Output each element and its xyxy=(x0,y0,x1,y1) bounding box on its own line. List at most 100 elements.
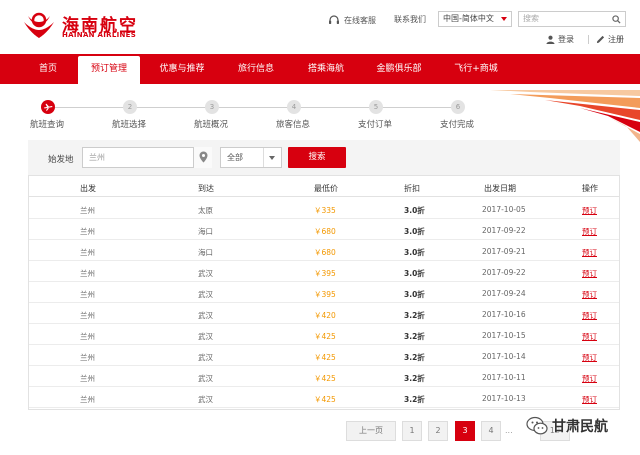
hainan-logo[interactable]: 海南航空 HAINAN AIRLINES xyxy=(22,8,152,42)
cell-discount: 3.2折 xyxy=(404,311,425,320)
step-connector xyxy=(218,107,288,108)
cell-date: 2017-10-15 xyxy=(482,331,526,340)
site-header: 海南航空 HAINAN AIRLINES 在线客服 联系我们 中国-简体中文 搜… xyxy=(0,0,640,54)
step-connector xyxy=(48,107,128,108)
nav-item-fly-hainan[interactable]: 搭乘海航 xyxy=(296,54,356,84)
nav-item-offers[interactable]: 优惠与推荐 xyxy=(150,54,214,84)
register-link[interactable]: 注册 xyxy=(596,34,624,45)
watermark: 甘肃民航 xyxy=(526,413,626,439)
cell-date: 2017-09-21 xyxy=(482,247,526,256)
book-link[interactable]: 预订 xyxy=(582,247,597,258)
destination-filter-value: 全部 xyxy=(227,153,243,162)
cell-discount: 3.0折 xyxy=(404,269,425,278)
cell-discount: 3.0折 xyxy=(404,248,425,257)
location-pin-button[interactable] xyxy=(193,147,212,168)
nav-item-fortune-wings[interactable]: 金鹏俱乐部 xyxy=(366,54,432,84)
wechat-icon xyxy=(526,416,548,435)
cell-date: 2017-10-13 xyxy=(482,394,526,403)
cell-price: ￥425 xyxy=(314,374,336,383)
cell-to: 海口 xyxy=(198,248,213,257)
step-label-6: 支付完成 xyxy=(440,120,475,130)
nav-item-mall[interactable]: 飞行+商城 xyxy=(444,54,508,84)
cell-to: 海口 xyxy=(198,227,213,236)
book-link[interactable]: 预订 xyxy=(582,226,597,237)
cell-from: 兰州 xyxy=(80,353,95,362)
origin-label: 始发地 xyxy=(48,155,74,165)
cell-discount: 3.2折 xyxy=(404,395,425,404)
page-button-3[interactable]: 3 xyxy=(455,421,475,441)
site-search-input[interactable]: 搜索 xyxy=(518,11,626,27)
search-placeholder: 搜索 xyxy=(523,14,539,23)
cell-from: 兰州 xyxy=(80,248,95,257)
column-header-date: 出发日期 xyxy=(484,184,516,193)
cell-to: 武汉 xyxy=(198,269,213,278)
step-connector xyxy=(300,107,370,108)
cell-from: 兰州 xyxy=(80,290,95,299)
register-label: 注册 xyxy=(608,35,624,44)
nav-item-home[interactable]: 首页 xyxy=(22,54,74,84)
step-circle-5: 5 xyxy=(369,100,383,114)
login-label: 登录 xyxy=(558,35,574,44)
user-icon xyxy=(546,35,555,44)
pen-icon xyxy=(596,35,605,44)
search-icon[interactable] xyxy=(612,15,621,24)
book-link[interactable]: 预订 xyxy=(582,394,597,405)
cell-from: 兰州 xyxy=(80,269,95,278)
page-button-4[interactable]: 4 xyxy=(481,421,501,441)
online-service-link[interactable]: 在线客服 xyxy=(328,13,376,27)
cell-price: ￥335 xyxy=(314,206,336,215)
cell-from: 兰州 xyxy=(80,374,95,383)
destination-filter-select[interactable]: 全部 xyxy=(220,147,282,168)
book-link[interactable]: 预订 xyxy=(582,289,597,300)
cell-from: 兰州 xyxy=(80,311,95,320)
step-connector xyxy=(382,107,452,108)
step-circle-1 xyxy=(41,100,55,114)
cell-to: 武汉 xyxy=(198,374,213,383)
cell-from: 兰州 xyxy=(80,395,95,404)
page-button-2[interactable]: 2 xyxy=(428,421,448,441)
cell-from: 兰州 xyxy=(80,206,95,215)
prev-page-button[interactable]: 上一页 xyxy=(346,421,396,441)
column-header-lowest-price: 最低价 xyxy=(314,184,338,193)
cell-to: 武汉 xyxy=(198,395,213,404)
language-select[interactable]: 中国-简体中文 xyxy=(438,11,512,27)
cell-price: ￥680 xyxy=(314,248,336,257)
cell-date: 2017-10-14 xyxy=(482,352,526,361)
step-label-2: 航班选择 xyxy=(112,120,147,130)
cell-discount: 3.2折 xyxy=(404,353,425,362)
book-link[interactable]: 预订 xyxy=(582,373,597,384)
header-divider xyxy=(588,35,589,44)
step-circle-3: 3 xyxy=(205,100,219,114)
book-link[interactable]: 预订 xyxy=(582,268,597,279)
step-circle-2: 2 xyxy=(123,100,137,114)
cell-discount: 3.0折 xyxy=(404,206,425,215)
chevron-down-icon xyxy=(269,156,275,160)
nav-item-booking[interactable]: 预订管理 xyxy=(78,56,140,84)
search-button[interactable]: 搜索 xyxy=(288,147,346,168)
book-link[interactable]: 预订 xyxy=(582,310,597,321)
location-pin-icon xyxy=(199,151,208,163)
cell-to: 武汉 xyxy=(198,290,213,299)
main-nav: 首页 预订管理 优惠与推荐 旅行信息 搭乘海航 金鹏俱乐部 飞行+商城 xyxy=(0,54,640,84)
watermark-text: 甘肃民航 xyxy=(552,419,608,435)
contact-us-link[interactable]: 联系我们 xyxy=(394,14,426,25)
page-button-1[interactable]: 1 xyxy=(402,421,422,441)
cell-price: ￥395 xyxy=(314,290,336,299)
step-circle-6: 6 xyxy=(451,100,465,114)
step-label-3: 航班概况 xyxy=(194,120,229,130)
hainan-logo-mark xyxy=(24,12,54,38)
nav-item-travel-info[interactable]: 旅行信息 xyxy=(226,54,286,84)
book-link[interactable]: 预订 xyxy=(582,205,597,216)
online-service-label: 在线客服 xyxy=(344,15,376,25)
book-link[interactable]: 预订 xyxy=(582,331,597,342)
pagination-ellipsis: ... xyxy=(505,426,513,435)
cell-discount: 3.0折 xyxy=(404,227,425,236)
cell-discount: 3.0折 xyxy=(404,290,425,299)
step-label-1: 航班查询 xyxy=(30,120,65,130)
cell-date: 2017-10-16 xyxy=(482,310,526,319)
cell-price: ￥420 xyxy=(314,311,336,320)
cell-to: 武汉 xyxy=(198,332,213,341)
column-header-discount: 折扣 xyxy=(404,184,420,193)
login-link[interactable]: 登录 xyxy=(546,34,574,45)
book-link[interactable]: 预订 xyxy=(582,352,597,363)
